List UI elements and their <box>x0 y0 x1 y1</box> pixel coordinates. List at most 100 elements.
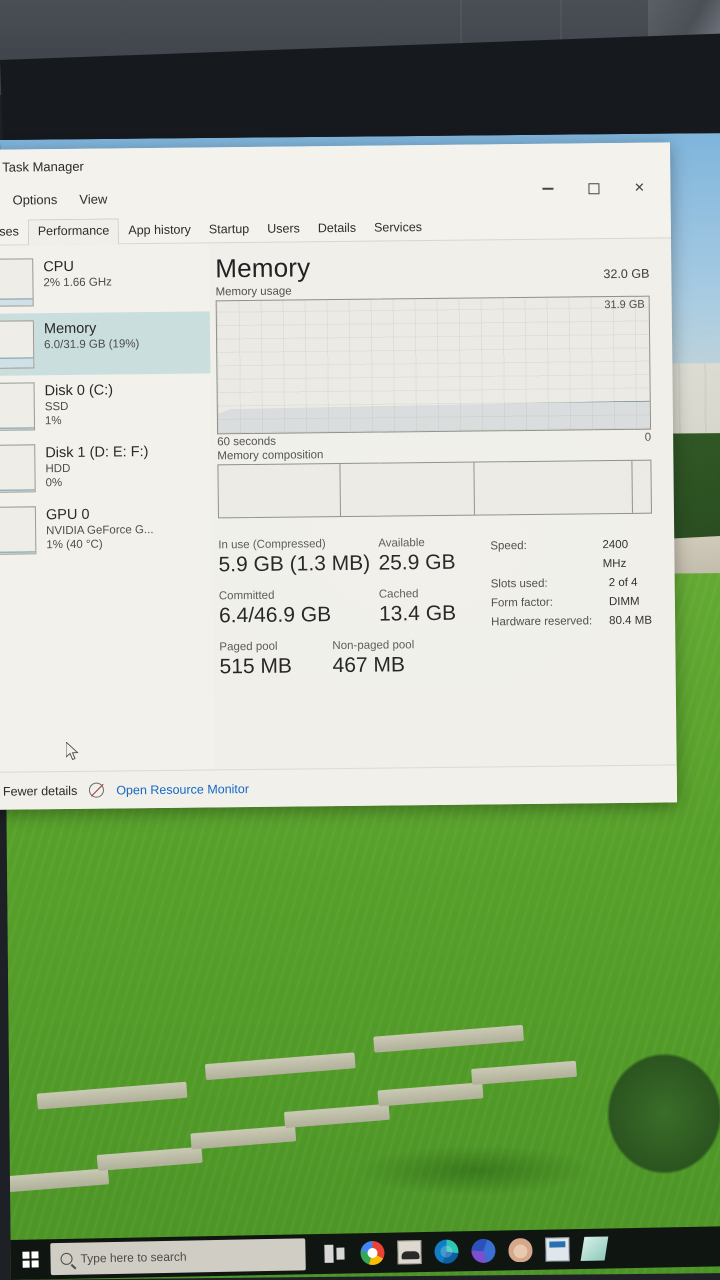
detail-value: 80.4 MB <box>609 614 653 628</box>
graph-max-label: 31.9 GB <box>604 298 645 312</box>
search-placeholder: Type here to search <box>80 1249 187 1266</box>
sidebar-mini-graph <box>0 382 36 432</box>
mini-graph-fill <box>0 489 35 493</box>
sidebar-mini-graph <box>0 320 35 370</box>
chrome-icon[interactable] <box>360 1240 385 1266</box>
close-button[interactable]: ✕ <box>616 171 662 205</box>
graph-time-span-label: 60 seconds <box>217 435 277 449</box>
sidebar-item-sublabel-2: 1% (40 °C) <box>46 538 103 552</box>
sidebar-item-text: CPU 2% 1.66 GHz <box>43 257 112 290</box>
sidebar-item-sublabel-2: 0% <box>45 477 63 490</box>
sidebar-item-label: Disk 0 (C:) <box>44 382 114 400</box>
stat-label: Non-paged pool <box>332 639 415 653</box>
sidebar-item-disk-1-d-e-f-[interactable]: Disk 1 (D: E: F:) HDD 0% <box>0 435 212 500</box>
car-app-icon[interactable] <box>397 1240 422 1265</box>
sidebar-item-label: CPU <box>43 258 74 276</box>
sidebar-mini-graph <box>0 258 34 308</box>
task-manager-window[interactable]: Task Manager Options View ✕ cesses Perfor… <box>0 142 678 810</box>
sidebar-item-sublabel: SSD <box>44 400 69 414</box>
autocad-icon[interactable] <box>580 1236 609 1262</box>
minimize-button[interactable] <box>524 172 570 206</box>
stat-value: 5.9 GB (1.3 MB) <box>218 551 371 577</box>
detail-row: Speed: 2400 MHz <box>490 536 652 576</box>
sidebar-item-sublabel-2: 1% <box>44 415 62 428</box>
windows-logo-icon <box>22 1251 39 1268</box>
stat-value: 25.9 GB <box>378 550 456 575</box>
sidebar-item-label: Disk 1 (D: E: F:) <box>45 444 149 462</box>
search-input[interactable]: Type here to search <box>50 1238 306 1276</box>
memory-usage-graph: 31.9 GB <box>215 295 652 435</box>
taskbar-icon-strip <box>323 1236 609 1266</box>
paint-icon[interactable] <box>508 1237 533 1263</box>
stat-label: Paged pool <box>219 640 278 654</box>
mini-graph-fill <box>0 427 35 431</box>
detail-row: Slots used: 2 of 4 <box>491 574 653 595</box>
detail-key: Form factor: <box>490 596 553 610</box>
detail-row: Form factor: DIMM <box>491 593 653 614</box>
sidebar-item-sublabel: HDD <box>45 462 71 476</box>
window-body: CPU 2% 1.66 GHz Memory 6.0/31.9 GB (19%) Dis… <box>0 238 677 806</box>
sidebar-item-sublabel: NVIDIA GeForce G... <box>46 524 154 538</box>
menu-item-view[interactable]: View <box>79 191 107 206</box>
calculator-icon[interactable] <box>545 1237 570 1262</box>
total-memory-label: 32.0 GB <box>603 266 650 282</box>
sidebar-item-label: Memory <box>43 320 97 338</box>
stat-value: 467 MB <box>332 653 406 678</box>
sidebar-item-text: Disk 1 (D: E: F:) HDD 0% <box>45 443 149 490</box>
sidebar-item-memory[interactable]: Memory 6.0/31.9 GB (19%) <box>0 311 211 376</box>
resource-monitor-icon <box>89 782 105 798</box>
stat-value: 515 MB <box>219 654 293 679</box>
start-button[interactable] <box>10 1239 51 1280</box>
mini-graph-fill <box>0 298 33 307</box>
memory-stats: In use (Compressed) 5.9 GB (1.3 MB) Avai… <box>218 534 654 692</box>
status-bar: Fewer details Open Resource Monitor <box>0 764 678 810</box>
stats-column-primary: In use (Compressed) 5.9 GB (1.3 MB) Avai… <box>218 536 478 692</box>
tab-details[interactable]: Details <box>309 217 365 242</box>
window-title: Task Manager <box>2 158 84 175</box>
task-view-icon[interactable] <box>323 1241 348 1266</box>
sidebar-item-text: Disk 0 (C:) SSD 1% <box>45 381 114 428</box>
maximize-button[interactable] <box>570 171 616 205</box>
tab-users[interactable]: Users <box>258 217 309 242</box>
tab-performance[interactable]: Performance <box>27 218 120 246</box>
sidebar-item-sublabel: 2% 1.66 GHz <box>43 276 112 290</box>
screen-photo: 6.15-des...TeamViewerEmail descriptionFb… <box>0 0 720 1280</box>
stat-value: 6.4/46.9 GB <box>218 603 332 628</box>
resource-sidebar[interactable]: CPU 2% 1.66 GHz Memory 6.0/31.9 GB (19%) Dis… <box>0 243 216 806</box>
edge-beta-icon[interactable] <box>471 1238 496 1264</box>
sidebar-item-text: Memory 6.0/31.9 GB (19%) <box>44 319 140 352</box>
page-title: Memory <box>215 252 311 284</box>
stat-label: Available <box>378 537 425 550</box>
window-controls: ✕ <box>524 171 662 206</box>
search-icon <box>60 1252 73 1265</box>
open-resource-monitor-link[interactable]: Open Resource Monitor <box>116 782 249 797</box>
tab-services[interactable]: Services <box>365 216 431 241</box>
fewer-details-button[interactable]: Fewer details <box>3 783 77 798</box>
sidebar-item-label: GPU 0 <box>45 506 90 524</box>
edge-icon[interactable] <box>434 1239 459 1264</box>
tab-startup[interactable]: Startup <box>200 218 259 243</box>
hardware-details: Speed: 2400 MHz Slots used: 2 of 4 Form fact… <box>476 534 654 689</box>
mini-graph-fill <box>0 551 36 555</box>
memory-composition-bar[interactable] <box>217 459 652 519</box>
detail-value: 2400 MHz <box>602 538 629 571</box>
sidebar-item-gpu-0[interactable]: GPU 0 NVIDIA GeForce G... 1% (40 °C) <box>0 497 212 562</box>
detail-value: DIMM <box>608 595 640 609</box>
tab-cesses[interactable]: cesses <box>0 220 28 245</box>
sidebar-item-text: GPU 0 NVIDIA GeForce G... 1% (40 °C) <box>46 505 154 552</box>
sidebar-item-cpu[interactable]: CPU 2% 1.66 GHz <box>0 249 210 314</box>
menu-item-options[interactable]: Options <box>12 192 57 207</box>
stat-value: 13.4 GB <box>378 601 457 626</box>
stat-label: Cached <box>378 588 419 601</box>
detail-row: Hardware reserved: 80.4 MB <box>491 612 653 633</box>
sidebar-mini-graph <box>0 444 36 494</box>
mouse-cursor <box>66 742 79 761</box>
sidebar-item-disk-0-c-[interactable]: Disk 0 (C:) SSD 1% <box>0 373 211 438</box>
detail-key: Speed: <box>490 539 527 553</box>
memory-detail-pane: Memory 32.0 GB Memory usage 31.9 GB 60 s… <box>209 238 677 803</box>
sidebar-item-sublabel: 6.0/31.9 GB (19%) <box>44 338 140 352</box>
tab-app-history[interactable]: App history <box>119 219 200 244</box>
detail-key: Hardware reserved: <box>491 615 593 629</box>
sidebar-mini-graph <box>0 506 37 556</box>
graph-zero-label: 0 <box>644 431 652 444</box>
